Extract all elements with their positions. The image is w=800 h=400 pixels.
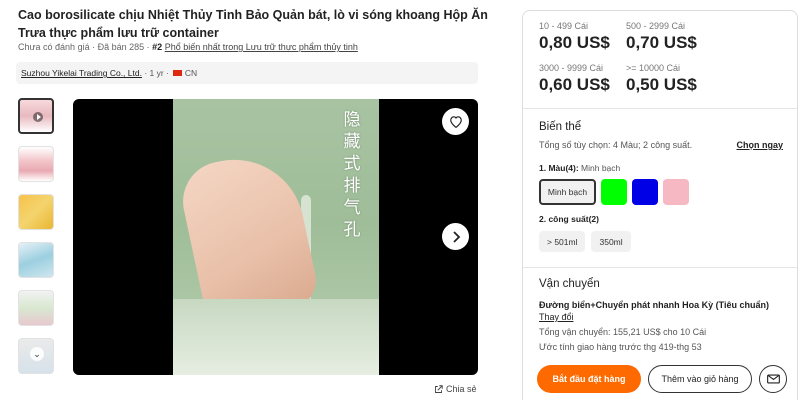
color-label: 1. Màu(4): — [539, 163, 579, 173]
add-to-cart-button[interactable]: Thêm vào giỏ hàng — [648, 365, 752, 393]
capacity-option[interactable]: 350ml — [591, 231, 631, 252]
video-overlay-text: 隐藏式排气孔 — [343, 110, 361, 240]
change-shipping-link[interactable]: Thay đổi — [539, 312, 574, 322]
thumbnail-list: ⌄ — [18, 98, 56, 386]
share-button[interactable]: Chia sẻ — [434, 384, 477, 394]
contact-supplier-button[interactable] — [759, 365, 787, 393]
price-tier: >= 10000 Cái 0,50 US$ — [626, 63, 736, 95]
swatch-blue[interactable] — [632, 179, 658, 205]
supplier-bar: Suzhou Yikelai Trading Co., Ltd. · 1 yr … — [16, 62, 478, 84]
supplier-country: CN — [184, 68, 198, 78]
tier-quantity: >= 10000 Cái — [626, 63, 681, 73]
thumbnail-video[interactable] — [18, 98, 54, 134]
product-video-frame: 隐藏式排气孔 — [173, 99, 379, 375]
swatch-pink[interactable] — [663, 179, 689, 205]
divider — [523, 108, 797, 109]
color-selected-value: Minh bạch — [581, 163, 621, 173]
capacity-label: 2. công suất(2) — [539, 214, 599, 224]
chevron-down-icon[interactable]: ⌄ — [30, 347, 44, 361]
shipping-total: Tổng vận chuyển: 155,21 US$ cho 10 Cái — [539, 327, 707, 337]
variants-summary: Tổng số tùy chọn: 4 Màu; 2 công suất. — [539, 140, 693, 150]
shipping-method: Đường biển+Chuyển phát nhanh Hoa Kỳ (Tiê… — [539, 300, 770, 310]
color-swatches: Minh bạch — [539, 179, 689, 205]
share-label: Chia sẻ — [446, 384, 477, 394]
supplier-years: 1 yr — [149, 68, 164, 78]
shipping-title: Vận chuyển — [539, 278, 600, 290]
price-tier: 500 - 2999 Cái 0,70 US$ — [626, 21, 736, 53]
swatch-green[interactable] — [601, 179, 627, 205]
rank-badge: #2 — [152, 42, 163, 52]
thumbnail-image[interactable] — [18, 242, 54, 278]
thumbnail-image[interactable] — [18, 146, 54, 182]
lid-edge — [173, 299, 379, 375]
tier-price: 0,50 US$ — [626, 75, 697, 94]
variants-title: Biến thể — [539, 121, 582, 133]
china-flag-icon — [172, 70, 182, 76]
rating-text: Chưa có đánh giá — [18, 42, 90, 52]
thumbnail-image[interactable]: ⌄ — [18, 338, 54, 374]
favorite-button[interactable] — [442, 108, 469, 135]
tier-quantity: 500 - 2999 Cái — [626, 21, 686, 31]
meta-separator: · — [141, 68, 150, 78]
sold-count: Đã bán 285 — [97, 42, 145, 52]
supplier-name-link[interactable]: Suzhou Yikelai Trading Co., Ltd. — [21, 68, 142, 78]
delivery-estimate: Ước tính giao hàng trước thg 419-thg 53 — [539, 342, 702, 352]
share-icon — [435, 384, 443, 393]
color-option-label: 1. Màu(4): Minh bạch — [539, 163, 620, 173]
media-viewer[interactable]: 隐藏式排气孔 — [73, 99, 478, 375]
capacity-options: > 501ml 350ml — [539, 231, 631, 252]
product-meta: Chưa có đánh giá · Đã bán 285 · #2 Phổ b… — [18, 42, 358, 52]
swatch-transparent[interactable]: Minh bạch — [539, 179, 596, 205]
tier-price: 0,70 US$ — [626, 33, 697, 52]
divider — [523, 267, 797, 268]
select-now-link[interactable]: Chọn ngay — [737, 140, 784, 150]
thumbnail-image[interactable] — [18, 194, 54, 230]
play-icon — [33, 112, 43, 122]
purchase-panel: 10 - 499 Cái 0,80 US$ 500 - 2999 Cái 0,7… — [522, 10, 798, 400]
next-image-button[interactable] — [442, 223, 469, 250]
rank-category-link[interactable]: Phổ biến nhất trong Lưu trữ thực phẩm th… — [165, 42, 358, 52]
meta-separator: · — [163, 68, 169, 78]
capacity-option[interactable]: > 501ml — [539, 231, 586, 252]
thumbnail-image[interactable] — [18, 290, 54, 326]
heart-icon — [449, 116, 462, 128]
mail-icon — [766, 374, 780, 384]
start-order-button[interactable]: Bắt đầu đặt hàng — [537, 365, 641, 393]
chevron-right-icon — [452, 230, 460, 243]
product-title: Cao borosilicate chịu Nhiệt Thủy Tinh Bả… — [18, 8, 488, 40]
capacity-label-text: 2. công suất(2) — [539, 214, 599, 224]
